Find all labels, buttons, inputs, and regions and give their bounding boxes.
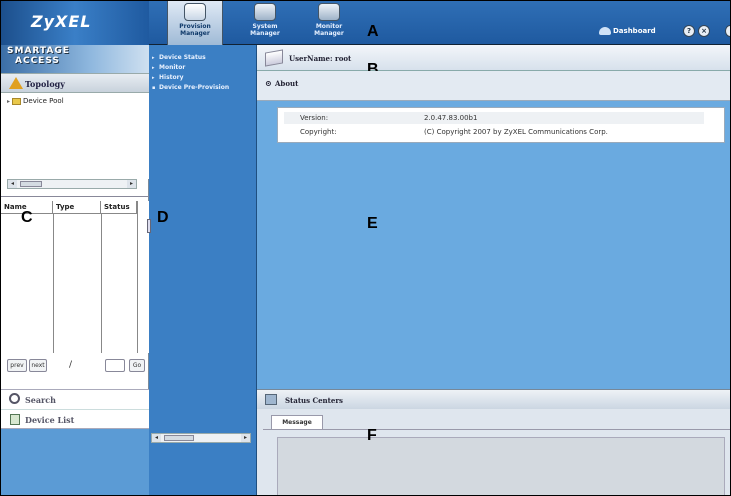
- version-value: 2.0.47.83.00b1: [424, 114, 478, 122]
- version-key: Version:: [300, 114, 329, 122]
- dashboard-link[interactable]: Dashboard: [599, 27, 656, 35]
- nav-label-line1: Monitor: [315, 23, 343, 30]
- nav-label-line1: System: [252, 23, 278, 30]
- left-panel-footer: [1, 429, 149, 495]
- nav-label-line2: Manager: [314, 30, 344, 37]
- callout-d: D: [157, 209, 169, 226]
- tree-item-label: Device Pool: [23, 97, 64, 105]
- topology-icon: [9, 77, 23, 89]
- message-area: [277, 437, 725, 495]
- nav-label-line2: Manager: [180, 30, 210, 37]
- function-menu: Device Status Monitor History Device Pre…: [151, 53, 255, 93]
- nav-system-manager[interactable]: System Manager: [237, 1, 293, 45]
- username-label: UserName: root: [289, 54, 352, 63]
- about-title: About: [275, 79, 299, 88]
- product-name-line1: SMARTAGE: [7, 46, 70, 56]
- tab-message[interactable]: Message: [271, 415, 323, 429]
- search-nav-item[interactable]: Search: [1, 389, 149, 409]
- product-banner: SMARTAGE ACCESS: [1, 45, 149, 73]
- folder-icon: [12, 97, 22, 105]
- zyxel-logo: ZyXEL: [31, 12, 92, 31]
- about-section-header[interactable]: ⊙ About: [257, 71, 730, 101]
- menu-item-device-pre-provision[interactable]: Device Pre-Provision: [151, 83, 255, 93]
- about-row-version: Version: 2.0.47.83.00b1: [284, 112, 704, 124]
- topology-header[interactable]: Topology: [1, 73, 149, 93]
- callout-e: E: [367, 215, 378, 232]
- system-manager-icon: [254, 3, 276, 21]
- callout-a: A: [367, 23, 379, 40]
- device-list-nav-item[interactable]: Device List: [1, 409, 149, 429]
- callout-f: F: [367, 427, 377, 444]
- panel-collapse-handle[interactable]: [147, 219, 151, 233]
- go-button[interactable]: Go: [129, 359, 145, 372]
- page-number-input[interactable]: [105, 359, 125, 372]
- menu-item-history[interactable]: History: [151, 73, 255, 83]
- pager: prev next / Go: [1, 359, 149, 375]
- device-list-label: Device List: [25, 415, 75, 425]
- copyright-value: (C) Copyright 2007 by ZyXEL Communicatio…: [424, 128, 608, 136]
- menu-item-device-status[interactable]: Device Status: [151, 53, 255, 63]
- nav-provision-manager[interactable]: Provision Manager: [167, 1, 223, 45]
- product-name-line2: ACCESS: [15, 56, 60, 66]
- callout-c: C: [21, 209, 33, 226]
- monitor-manager-icon: [318, 3, 340, 21]
- tab-strip-rule: [263, 429, 730, 430]
- column-header-type[interactable]: Type: [53, 201, 101, 213]
- next-button[interactable]: next: [29, 359, 47, 372]
- search-icon: [9, 393, 20, 404]
- about-row-copyright: Copyright: (C) Copyright 2007 by ZyXEL C…: [284, 126, 704, 138]
- back-arrow-icon[interactable]: [725, 25, 730, 37]
- nav-label-line2: Manager: [250, 30, 280, 37]
- scrollbar-thumb[interactable]: [164, 435, 194, 441]
- page-separator: /: [69, 360, 73, 370]
- about-info-box: Version: 2.0.47.83.00b1 Copyright: (C) C…: [277, 107, 725, 143]
- collapse-icon: ⊙: [265, 78, 272, 88]
- provision-manager-icon: [184, 3, 206, 21]
- column-divider: [137, 201, 138, 353]
- search-label: Search: [25, 395, 56, 405]
- tree-horizontal-scrollbar[interactable]: ◂ ▸: [7, 179, 137, 189]
- brand-area: ZyXEL: [1, 1, 149, 45]
- function-menu-panel: [149, 45, 257, 495]
- scrollbar-thumb[interactable]: [20, 181, 42, 187]
- nav-label-line1: Provision: [179, 23, 211, 30]
- topology-label: Topology: [25, 79, 65, 89]
- status-center-header[interactable]: Status Centers: [257, 389, 730, 409]
- dashboard-label: Dashboard: [613, 27, 656, 35]
- scroll-right-icon[interactable]: ▸: [127, 180, 136, 188]
- device-list-icon: [10, 414, 20, 425]
- dashboard-icon: [599, 27, 611, 35]
- copyright-key: Copyright:: [300, 128, 337, 136]
- user-book-icon: [265, 49, 283, 67]
- scroll-left-icon[interactable]: ◂: [152, 434, 161, 442]
- app-window: ZyXEL Provision Manager System Manager M…: [0, 0, 731, 496]
- menu-item-monitor[interactable]: Monitor: [151, 63, 255, 73]
- column-header-status[interactable]: Status: [101, 201, 137, 213]
- column-divider: [53, 213, 54, 353]
- menu-horizontal-scrollbar[interactable]: ◂ ▸: [151, 433, 251, 443]
- prev-button[interactable]: prev: [7, 359, 27, 372]
- divider: [1, 196, 149, 197]
- nav-monitor-manager[interactable]: Monitor Manager: [301, 1, 357, 45]
- topology-tree: ▸ Device Pool: [1, 93, 149, 179]
- scroll-left-icon[interactable]: ◂: [8, 180, 17, 188]
- status-center-title: Status Centers: [285, 396, 343, 405]
- status-center-icon: [265, 394, 277, 405]
- stop-icon[interactable]: ×: [698, 25, 710, 37]
- scroll-right-icon[interactable]: ▸: [241, 434, 250, 442]
- column-divider: [101, 213, 102, 353]
- help-icon[interactable]: ?: [683, 25, 695, 37]
- tree-item-device-pool[interactable]: ▸ Device Pool: [7, 97, 149, 105]
- user-bar: UserName: root: [257, 45, 730, 71]
- expand-arrow-icon[interactable]: ▸: [7, 98, 10, 105]
